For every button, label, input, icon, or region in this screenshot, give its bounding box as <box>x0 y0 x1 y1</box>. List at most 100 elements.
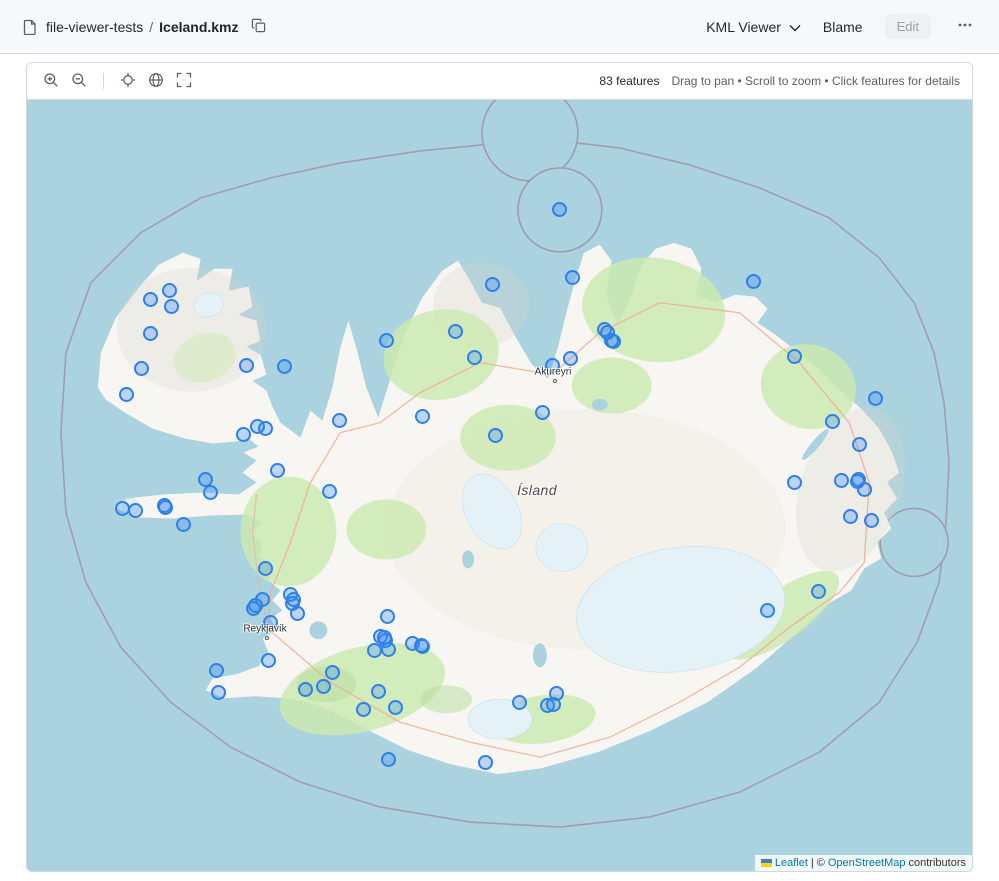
globe-icon <box>148 72 164 91</box>
map-marker[interactable] <box>843 509 858 524</box>
leaflet-link[interactable]: Leaflet <box>775 857 808 869</box>
map-marker[interactable] <box>325 665 340 680</box>
toolbar-divider <box>103 73 104 89</box>
kebab-icon <box>957 17 973 36</box>
map-marker[interactable] <box>864 513 879 528</box>
map-marker[interactable] <box>565 270 580 285</box>
map-marker[interactable] <box>209 663 224 678</box>
map-marker[interactable] <box>379 333 394 348</box>
file-icon <box>22 19 38 35</box>
map-marker[interactable] <box>600 325 615 340</box>
map-marker[interactable] <box>236 427 251 442</box>
markers-layer <box>27 100 972 871</box>
map-marker[interactable] <box>377 630 392 645</box>
map-marker[interactable] <box>380 609 395 624</box>
map-marker[interactable] <box>211 685 226 700</box>
map-marker[interactable] <box>176 517 191 532</box>
map-canvas[interactable]: AkureyriÍslandReykjavík Leaflet | © Open… <box>27 100 972 871</box>
map-marker[interactable] <box>332 413 347 428</box>
map-marker[interactable] <box>852 437 867 452</box>
attribution-copyright: © <box>817 857 825 869</box>
viewer-select-label: KML Viewer <box>706 19 781 35</box>
globe-button[interactable] <box>144 68 168 95</box>
map-marker[interactable] <box>248 598 263 613</box>
map-marker[interactable] <box>322 484 337 499</box>
kml-viewer-panel: 83 features Drag to pan • Scroll to zoom… <box>26 62 973 872</box>
map-marker[interactable] <box>825 414 840 429</box>
osm-link[interactable]: OpenStreetMap <box>828 857 906 869</box>
map-marker[interactable] <box>286 592 301 607</box>
map-marker[interactable] <box>545 358 560 373</box>
map-marker[interactable] <box>868 391 883 406</box>
breadcrumb-repo[interactable]: file-viewer-tests <box>46 19 143 35</box>
chevron-down-icon <box>789 19 801 35</box>
map-marker[interactable] <box>203 485 218 500</box>
map-marker[interactable] <box>512 695 527 710</box>
map-marker[interactable] <box>258 561 273 576</box>
map-marker[interactable] <box>263 615 278 630</box>
map-marker[interactable] <box>535 405 550 420</box>
map-marker[interactable] <box>478 755 493 770</box>
zoom-out-button[interactable] <box>67 68 91 95</box>
fullscreen-icon <box>176 72 192 91</box>
map-marker[interactable] <box>488 428 503 443</box>
attribution-divider: | <box>811 857 814 869</box>
map-marker[interactable] <box>277 359 292 374</box>
blame-button[interactable]: Blame <box>823 19 863 35</box>
fullscreen-button[interactable] <box>172 68 196 95</box>
copy-icon <box>251 18 266 36</box>
map-marker[interactable] <box>290 606 305 621</box>
map-marker[interactable] <box>298 682 313 697</box>
breadcrumb: file-viewer-tests / Iceland.kmz <box>46 19 239 35</box>
map-marker[interactable] <box>834 473 849 488</box>
ukraine-flag-icon <box>761 859 772 867</box>
header-actions: KML Viewer Blame Edit <box>706 13 977 40</box>
map-marker[interactable] <box>164 299 179 314</box>
map-marker[interactable] <box>552 202 567 217</box>
map-hint-text: Drag to pan • Scroll to zoom • Click fea… <box>671 74 960 88</box>
map-marker[interactable] <box>134 361 149 376</box>
zoom-in-button[interactable] <box>39 68 63 95</box>
file-header: file-viewer-tests / Iceland.kmz KML View… <box>0 0 999 54</box>
breadcrumb-separator: / <box>149 19 153 35</box>
map-marker[interactable] <box>546 697 561 712</box>
viewer-select[interactable]: KML Viewer <box>706 19 801 35</box>
map-attribution: Leaflet | © OpenStreetMap contributors <box>755 855 972 871</box>
map-marker[interactable] <box>467 350 482 365</box>
map-marker[interactable] <box>119 387 134 402</box>
map-marker[interactable] <box>261 653 276 668</box>
map-marker[interactable] <box>158 500 173 515</box>
attribution-suffix: contributors <box>909 857 966 869</box>
map-marker[interactable] <box>448 324 463 339</box>
map-marker[interactable] <box>760 603 775 618</box>
copy-path-button[interactable] <box>247 14 270 40</box>
map-marker[interactable] <box>128 503 143 518</box>
map-marker[interactable] <box>787 349 802 364</box>
more-options-button[interactable] <box>953 13 977 40</box>
map-marker[interactable] <box>563 351 578 366</box>
map-marker[interactable] <box>787 475 802 490</box>
map-marker[interactable] <box>270 463 285 478</box>
map-marker[interactable] <box>388 700 403 715</box>
map-marker[interactable] <box>367 643 382 658</box>
map-marker[interactable] <box>356 702 371 717</box>
recenter-button[interactable] <box>116 68 140 95</box>
map-marker[interactable] <box>143 326 158 341</box>
map-marker[interactable] <box>381 752 396 767</box>
map-marker[interactable] <box>485 277 500 292</box>
map-marker[interactable] <box>746 274 761 289</box>
map-marker[interactable] <box>239 358 254 373</box>
map-marker[interactable] <box>371 684 386 699</box>
map-marker[interactable] <box>414 638 429 653</box>
map-marker[interactable] <box>143 292 158 307</box>
zoom-in-icon <box>43 72 59 91</box>
features-count: 83 features <box>599 74 659 88</box>
map-marker[interactable] <box>811 584 826 599</box>
crosshair-icon <box>120 72 136 91</box>
map-marker[interactable] <box>162 283 177 298</box>
map-marker[interactable] <box>850 474 865 489</box>
map-marker[interactable] <box>316 679 331 694</box>
map-marker[interactable] <box>415 409 430 424</box>
map-marker[interactable] <box>258 421 273 436</box>
breadcrumb-filename: Iceland.kmz <box>159 19 238 35</box>
